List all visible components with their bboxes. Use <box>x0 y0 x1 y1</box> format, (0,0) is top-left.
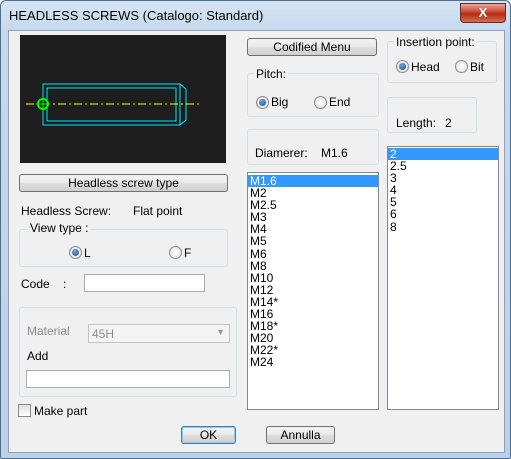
dialog-client: Headless screw type Headless Screw: Flat… <box>8 30 505 453</box>
view-type-l-label[interactable]: L <box>84 246 91 260</box>
diameter-list-item[interactable]: M3 <box>248 211 378 223</box>
diameter-list-item[interactable]: M5 <box>248 235 378 247</box>
diameter-list-item[interactable]: M6 <box>248 248 378 260</box>
dialog-window: HEADLESS SCREWS (Catalogo: Standard) X H… <box>0 0 511 459</box>
length-value: 2 <box>445 116 452 130</box>
diameter-list-item[interactable]: M1.6 <box>248 175 378 188</box>
headless-screw-type-button[interactable]: Headless screw type <box>19 174 228 192</box>
insertion-bit-radio[interactable] <box>455 60 468 73</box>
insertion-point-label: Insertion point: <box>394 35 477 49</box>
material-select[interactable]: 45H ▼ <box>88 324 230 343</box>
insertion-head-radio[interactable] <box>396 60 409 73</box>
screw-preview-drawing <box>26 83 202 126</box>
info-value: Flat point <box>133 204 183 218</box>
code-input[interactable] <box>84 274 205 292</box>
close-button[interactable]: X <box>460 3 506 23</box>
length-list-item[interactable]: 8 <box>388 221 498 233</box>
length-list-item[interactable]: 5 <box>388 196 498 208</box>
insertion-head-label[interactable]: Head <box>411 60 440 74</box>
view-type-f-radio[interactable] <box>169 246 182 259</box>
pitch-label: Pitch: <box>254 67 289 81</box>
length-list-item[interactable]: 2.5 <box>388 160 498 172</box>
window-title: HEADLESS SCREWS (Catalogo: Standard) <box>9 8 264 23</box>
diameter-list[interactable]: M1.6 M2 M2.5 M3 M4 M5 M6 M8 M10 M12 M14* M16 M18* M20… <box>247 172 379 410</box>
ok-button[interactable]: OK <box>181 426 236 444</box>
view-type-label: View type : <box>28 221 91 235</box>
insertion-bit-label[interactable]: Bit <box>470 60 484 74</box>
info-label: Headless Screw: <box>21 204 112 218</box>
diameter-list-items: M1.6 M2 M2.5 M3 M4 M5 M6 M8 M10 M12 M14* M16 M18* M20… <box>248 173 378 369</box>
view-type-f-label[interactable]: F <box>184 246 191 260</box>
make-part-label[interactable]: Make part <box>34 404 87 418</box>
material-select-value: 45H <box>92 327 115 341</box>
cancel-button[interactable]: Annulla <box>266 426 335 444</box>
length-list-item[interactable]: 6 <box>388 208 498 220</box>
view-type-l-radio[interactable] <box>69 246 82 259</box>
diameter-list-item[interactable]: M8 <box>248 260 378 272</box>
length-list-item[interactable]: 3 <box>388 172 498 184</box>
material-label: Material <box>27 324 70 338</box>
diameter-label: Diamerer: <box>255 146 308 160</box>
diameter-list-item[interactable]: M24 <box>248 356 378 368</box>
length-list-item[interactable]: 4 <box>388 184 498 196</box>
pitch-end-label[interactable]: End <box>329 95 350 109</box>
preview-canvas <box>20 35 226 163</box>
code-label: Code : <box>21 277 67 291</box>
add-label: Add <box>27 349 49 363</box>
length-label: Length: <box>396 116 437 130</box>
make-part-checkbox[interactable] <box>18 404 31 417</box>
pitch-big-label[interactable]: Big <box>271 95 288 109</box>
length-list-items: 2 2.5 3 4 5 6 8 <box>388 147 498 233</box>
pitch-end-radio[interactable] <box>314 96 327 109</box>
codified-menu-button[interactable]: Codified Menu <box>247 38 377 56</box>
pitch-big-radio[interactable] <box>256 96 269 109</box>
diameter-list-item[interactable]: M2.5 <box>248 199 378 211</box>
chevron-down-icon: ▼ <box>216 327 225 337</box>
diameter-list-item[interactable]: M4 <box>248 223 378 235</box>
add-input[interactable] <box>26 370 230 388</box>
diameter-value: M1.6 <box>321 146 348 160</box>
length-list[interactable]: 2 2.5 3 4 5 6 8 <box>387 146 499 410</box>
